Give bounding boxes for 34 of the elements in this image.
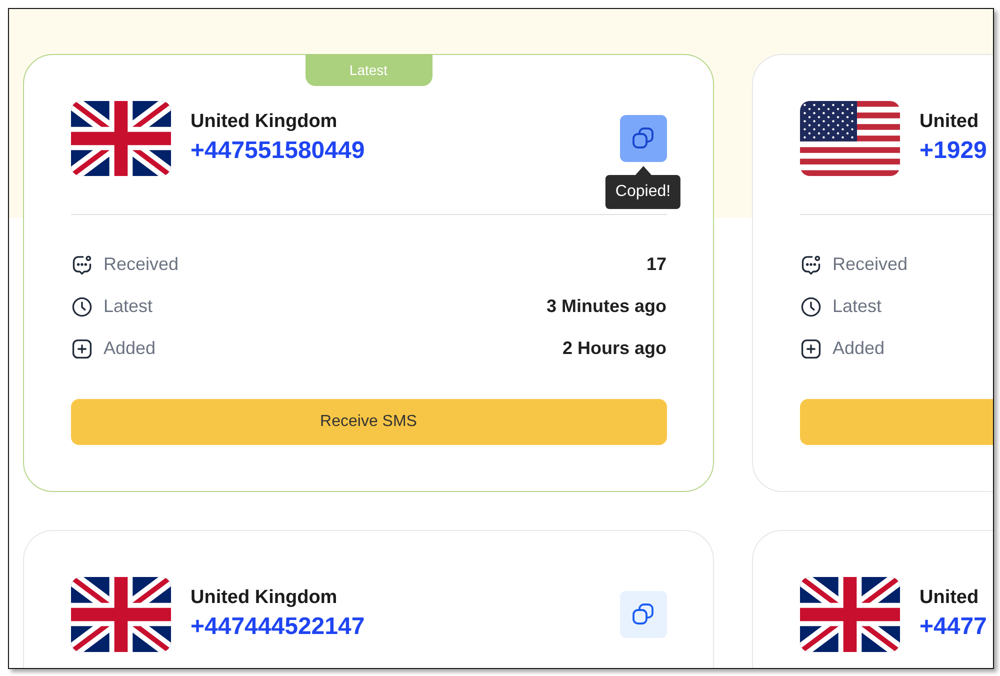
country-name: United (920, 110, 979, 134)
plus-square-icon (70, 338, 92, 360)
stat-value: 2 Hours ago (562, 338, 666, 359)
copied-tooltip: Copied! (605, 166, 681, 208)
country-name: United Kingdom (190, 110, 338, 134)
stat-value: 3 Minutes ago (546, 296, 666, 317)
chat-bubble-icon (70, 254, 92, 276)
phone-number: +1929 (920, 136, 987, 166)
copy-icon (631, 126, 655, 150)
stat-label: Added (104, 338, 156, 359)
country-name: United (920, 586, 979, 610)
phone-number: +447551580449 (190, 136, 365, 166)
stat-label: Latest (832, 296, 882, 317)
receive-sms-button[interactable]: Receive SMS (70, 398, 666, 444)
stat-label: Added (832, 338, 885, 359)
latest-badge: Latest (305, 54, 432, 86)
stat-label: Received (832, 254, 908, 275)
country-name: United Kingdom (190, 586, 338, 610)
plus-square-icon (800, 338, 822, 360)
clock-icon (800, 296, 822, 318)
us-flag-icon (800, 100, 900, 176)
chat-bubble-icon (800, 254, 822, 276)
phone-number: +447444522147 (190, 612, 365, 642)
copy-icon (631, 602, 655, 626)
clock-icon (70, 296, 92, 318)
uk-flag-icon (70, 100, 170, 176)
uk-flag-icon (70, 576, 170, 652)
uk-flag-icon (800, 576, 900, 652)
copy-button[interactable] (620, 590, 666, 638)
stat-label: Latest (104, 296, 153, 317)
stat-label: Received (104, 254, 179, 275)
stat-value: 17 (646, 254, 666, 275)
copy-button[interactable] (620, 114, 666, 162)
phone-number: +4477 (920, 612, 987, 642)
